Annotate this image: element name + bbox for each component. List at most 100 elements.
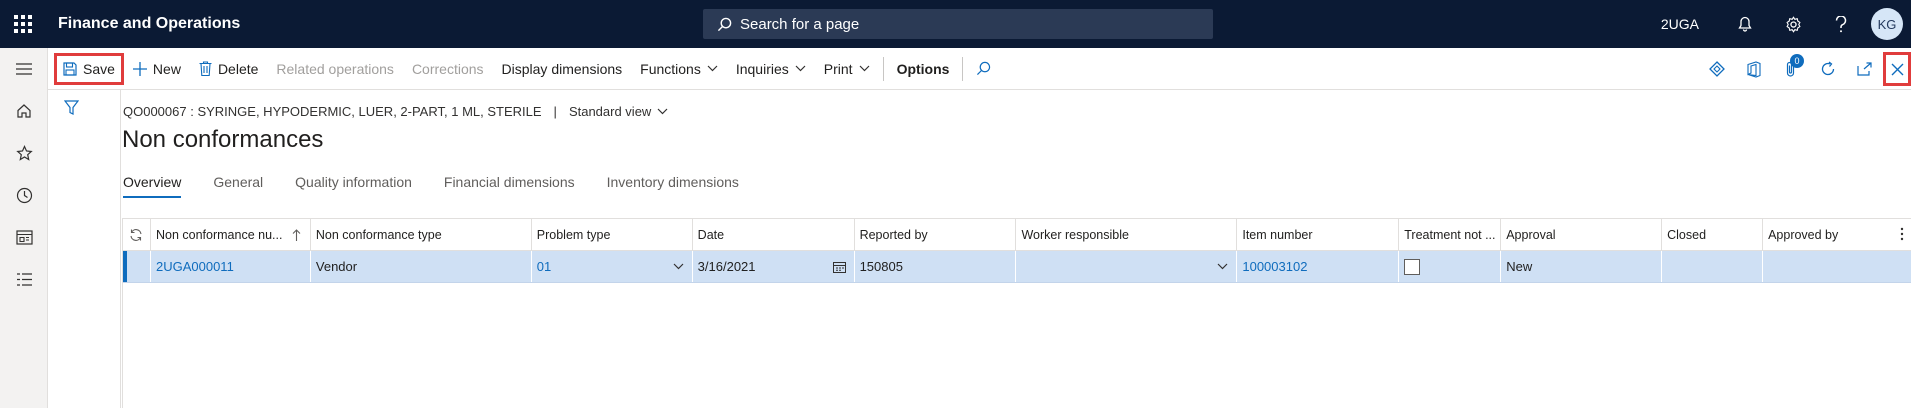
column-header-approved-by[interactable]: Approved by (1763, 219, 1911, 250)
chevron-down-icon (657, 108, 668, 115)
left-navigation (0, 48, 48, 408)
power-apps-button[interactable] (1698, 48, 1735, 90)
tab-financial-dimensions[interactable]: Financial dimensions (444, 174, 575, 198)
search-placeholder: Search for a page (740, 15, 860, 33)
refresh-icon (130, 228, 143, 241)
recent-nav-button[interactable] (0, 174, 48, 216)
home-icon (17, 104, 31, 118)
treatment-not-required-cell (1399, 251, 1502, 282)
view-selector-label: Standard view (568, 104, 652, 119)
inquiries-menu[interactable]: Inquiries (727, 53, 815, 85)
refresh-button[interactable] (1809, 48, 1846, 90)
date-value: 3/16/2021 (697, 259, 756, 274)
help-button[interactable] (1817, 0, 1865, 48)
workspaces-nav-button[interactable] (0, 216, 48, 258)
column-header-reported-by[interactable]: Reported by (855, 219, 1017, 250)
worker-responsible-dropdown[interactable] (1016, 251, 1238, 282)
workspace-icon (15, 229, 33, 245)
record-caption: QO000067 : SYRINGE, HYPODERMIC, LUER, 2-… (123, 104, 668, 119)
open-in-new-window-button[interactable] (1846, 48, 1883, 90)
column-header-worker-responsible[interactable]: Worker responsible (1016, 219, 1238, 250)
tab-overview[interactable]: Overview (123, 174, 182, 198)
trash-icon (199, 61, 212, 76)
caption-separator: | (553, 104, 557, 119)
clock-icon (16, 187, 32, 203)
functions-label: Functions (640, 60, 701, 77)
modules-nav-button[interactable] (0, 258, 48, 300)
closed-cell[interactable] (1662, 251, 1764, 282)
column-header-problem-type[interactable]: Problem type (532, 219, 693, 250)
filter-button[interactable] (63, 100, 80, 118)
tab-general[interactable]: General (213, 174, 263, 198)
column-header-item-number[interactable]: Item number (1237, 219, 1400, 250)
column-header-approval[interactable]: Approval (1501, 219, 1663, 250)
chevron-down-icon (1217, 263, 1228, 270)
display-dimensions-button[interactable]: Display dimensions (493, 53, 632, 85)
filter-icon (63, 100, 80, 115)
delete-label: Delete (217, 60, 259, 77)
treatment-not-required-checkbox[interactable] (1404, 258, 1421, 275)
avatar[interactable]: KG (1871, 8, 1903, 40)
app-title[interactable]: Finance and Operations (58, 15, 240, 33)
options-tab[interactable]: Options (888, 53, 959, 85)
attachments-button[interactable]: 0 (1772, 48, 1809, 90)
problem-type-value: 01 (536, 259, 552, 274)
non-conformance-type-cell[interactable]: Vendor (311, 251, 532, 282)
hamburger-menu-button[interactable] (0, 48, 48, 90)
company-picker[interactable]: 2UGA (1661, 16, 1699, 32)
print-label: Print (823, 60, 853, 77)
row-selector[interactable] (123, 251, 151, 282)
table-row[interactable]: 2UGA000011 Vendor 01 3/16/2021 150805 10… (123, 251, 1911, 283)
date-field[interactable]: 3/16/2021 (693, 251, 855, 282)
diamond-icon (1708, 61, 1725, 77)
close-icon (1891, 63, 1903, 75)
new-button[interactable]: New (124, 53, 190, 85)
column-header-label: Approved by (1768, 227, 1839, 242)
column-header-non-conformance-type[interactable]: Non conformance type (311, 219, 532, 250)
search-box[interactable]: Search for a page (703, 9, 1213, 39)
settings-button[interactable] (1769, 0, 1817, 48)
column-header-closed[interactable]: Closed (1662, 219, 1764, 250)
top-navigation-bar: Finance and Operations Search for a page… (0, 0, 1911, 48)
print-menu[interactable]: Print (815, 53, 879, 85)
item-number-link[interactable]: 100003102 (1237, 251, 1400, 282)
main-content: QO000067 : SYRINGE, HYPODERMIC, LUER, 2-… (122, 90, 1911, 408)
view-selector[interactable]: Standard view (569, 104, 668, 119)
column-header-date[interactable]: Date (693, 219, 855, 250)
related-operations-button[interactable]: Related operations (267, 53, 403, 85)
approval-cell[interactable]: New (1501, 251, 1663, 282)
app-launcher-button[interactable] (0, 0, 46, 48)
notifications-button[interactable] (1721, 0, 1769, 48)
record-caption-text: QO000067 : SYRINGE, HYPODERMIC, LUER, 2-… (123, 104, 542, 119)
chevron-down-icon (673, 263, 684, 270)
tab-inventory-dimensions[interactable]: Inventory dimensions (607, 174, 739, 198)
save-button[interactable]: Save (54, 52, 124, 85)
column-header-non-conformance-number[interactable]: Non conformance nu... (151, 219, 311, 250)
home-nav-button[interactable] (0, 90, 48, 132)
non-conformance-number-link[interactable]: 2UGA000011 (151, 251, 311, 282)
search-icon (717, 17, 732, 31)
problem-type-dropdown[interactable]: 01 (532, 251, 693, 282)
delete-button[interactable]: Delete (190, 53, 267, 85)
grid-refresh-button[interactable] (123, 219, 151, 250)
tab-strip: Overview General Quality information Fin… (123, 174, 771, 198)
reported-by-cell[interactable]: 150805 (855, 251, 1017, 282)
tab-quality-information[interactable]: Quality information (295, 174, 412, 198)
attachments-count-badge: 0 (1790, 54, 1804, 68)
waffle-icon (14, 15, 32, 33)
inquiries-label: Inquiries (735, 60, 789, 77)
question-icon (1835, 15, 1847, 32)
office-icon (1746, 60, 1761, 78)
close-button[interactable] (1883, 52, 1911, 86)
favorites-nav-button[interactable] (0, 132, 48, 174)
sort-ascending-icon (293, 228, 301, 241)
approved-by-cell[interactable] (1763, 251, 1911, 282)
chevron-down-icon (859, 65, 869, 72)
functions-menu[interactable]: Functions (631, 53, 727, 85)
column-header-treatment-not-required[interactable]: Treatment not ... (1399, 219, 1502, 250)
non-conformances-grid: Non conformance nu... Non conformance ty… (122, 218, 1911, 408)
chevron-down-icon (707, 65, 718, 72)
office-button[interactable] (1735, 48, 1772, 90)
corrections-button[interactable]: Corrections (403, 53, 493, 85)
action-search-button[interactable] (967, 53, 1006, 85)
